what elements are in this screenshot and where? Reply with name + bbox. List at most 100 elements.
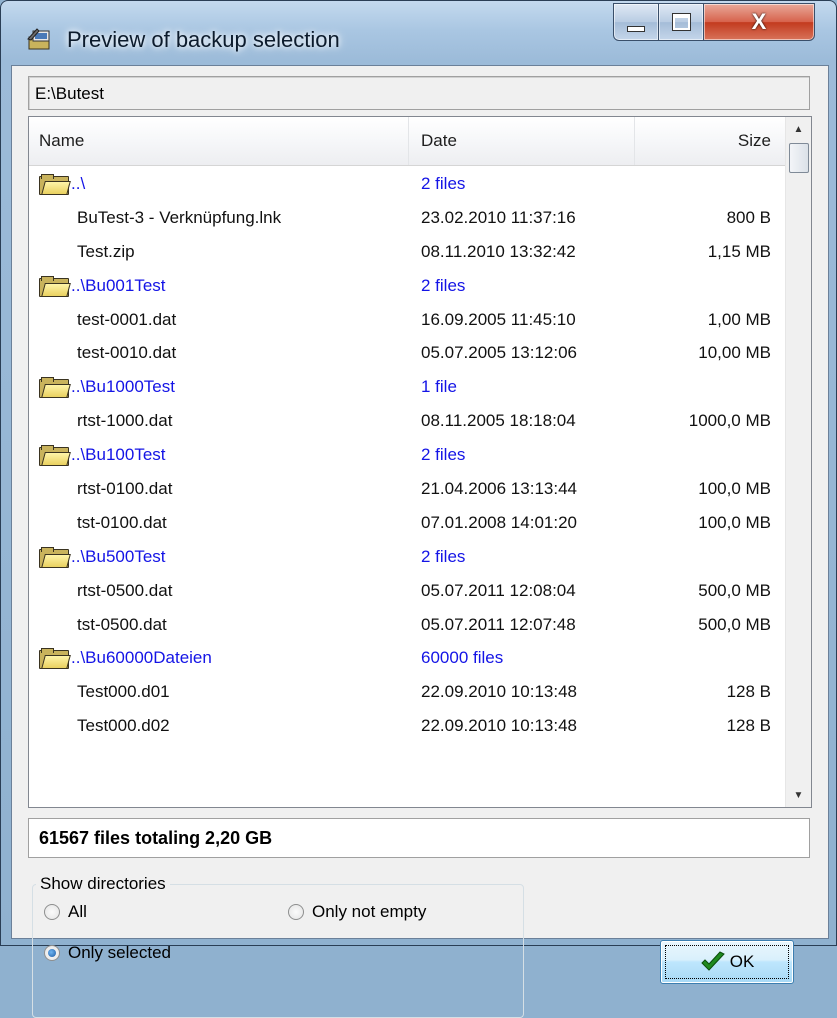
file-row[interactable]: Test.zip 08.11.2010 13:32:42 1,15 MB: [29, 235, 785, 269]
radio-only-not-empty[interactable]: Only not empty: [288, 902, 426, 922]
row-name: rtst-0500.dat: [77, 580, 173, 600]
row-date: 07.01.2008 14:01:20: [421, 512, 577, 532]
row-name: ..\Bu1000Test: [71, 377, 175, 397]
row-size: 128 B: [726, 682, 771, 702]
file-list[interactable]: Name Date Size ..\ 2 files BuTest-3 - Verk…: [28, 116, 812, 808]
directory-row[interactable]: ..\Bu100Test 2 files: [29, 438, 785, 472]
radio-only-not-empty-indicator[interactable]: [288, 904, 304, 920]
row-name-cell: tst-0500.dat: [29, 608, 409, 642]
row-date: 16.09.2005 11:45:10: [421, 309, 576, 329]
file-row[interactable]: tst-0500.dat 05.07.2011 12:07:48 500,0 MB: [29, 608, 785, 642]
row-name-cell: ..\Bu500Test: [29, 540, 409, 574]
radio-only-selected-label: Only selected: [68, 943, 171, 962]
vertical-scrollbar[interactable]: ▲ ▼: [785, 117, 811, 807]
row-date: 05.07.2011 12:07:48: [421, 614, 576, 634]
list-header: Name Date Size: [29, 117, 785, 166]
row-size: 1000,0 MB: [688, 411, 771, 431]
app-backup-icon: [27, 28, 50, 50]
scroll-down-arrow-icon[interactable]: ▼: [786, 783, 811, 807]
row-name-cell: test-0001.dat: [29, 303, 409, 337]
title-bar[interactable]: Preview of backup selection X: [1, 1, 836, 65]
row-name-cell: test-0010.dat: [29, 336, 409, 370]
row-name: test-0010.dat: [77, 343, 177, 363]
row-name-cell: ..\Bu001Test: [29, 269, 409, 303]
row-size: 500,0 MB: [698, 580, 771, 600]
file-row[interactable]: Test000.d02 22.09.2010 10:13:48 128 B: [29, 709, 785, 743]
row-name: ..\Bu500Test: [71, 546, 166, 566]
file-row[interactable]: BuTest-3 - Verknüpfung.lnk 23.02.2010 11:…: [29, 201, 785, 235]
row-name: test-0001.dat: [77, 309, 177, 329]
row-name: tst-0500.dat: [77, 614, 167, 634]
ok-button[interactable]: OK: [660, 940, 794, 984]
radio-all[interactable]: All: [44, 902, 87, 922]
file-row[interactable]: rtst-0500.dat 05.07.2011 12:08:04 500,0 MB: [29, 574, 785, 608]
list-rows: ..\ 2 files BuTest-3 - Verknüpfung.lnk 23.0…: [29, 167, 785, 743]
row-size: 100,0 MB: [698, 512, 771, 532]
row-name: ..\Bu001Test: [71, 275, 166, 295]
focus-rectangle: [665, 945, 789, 979]
directory-row[interactable]: ..\Bu1000Test 1 file: [29, 370, 785, 404]
folder-icon: [39, 445, 71, 467]
row-file-count: 2 files: [421, 174, 466, 193]
row-name-cell: tst-0100.dat: [29, 506, 409, 540]
folder-icon: [39, 546, 71, 568]
row-name: ..\Bu60000Dateien: [71, 648, 212, 668]
summary-field: 61567 files totaling 2,20 GB: [28, 818, 810, 858]
row-date: 22.09.2010 10:13:48: [421, 716, 577, 736]
row-date: 08.11.2005 18:18:04: [421, 411, 576, 431]
file-row[interactable]: test-0010.dat 05.07.2005 13:12:06 10,00 MB: [29, 336, 785, 370]
dialog-client: E:\Butest Name Date Size ..\ 2 files BuTes…: [11, 65, 829, 1018]
row-name-cell: Test000.d01: [29, 675, 409, 709]
directory-row[interactable]: ..\Bu500Test 2 files: [29, 540, 785, 574]
file-row[interactable]: rtst-0100.dat 21.04.2006 13:13:44 100,0 MB: [29, 472, 785, 506]
file-row[interactable]: rtst-1000.dat 08.11.2005 18:18:04 1000,0 M…: [29, 404, 785, 438]
row-file-count: 60000 files: [421, 648, 504, 668]
close-icon: X: [751, 9, 767, 34]
maximize-icon: [671, 13, 691, 31]
row-name-cell: rtst-0500.dat: [29, 574, 409, 608]
folder-icon: [39, 174, 71, 195]
row-size: 500,0 MB: [698, 614, 771, 634]
row-date: 22.09.2010 10:13:48: [421, 682, 577, 702]
row-date: 21.04.2006 13:13:44: [421, 479, 577, 499]
row-name: BuTest-3 - Verknüpfung.lnk: [77, 207, 282, 227]
row-date: 05.07.2011 12:08:04: [421, 580, 576, 600]
file-row[interactable]: test-0001.dat 16.09.2005 11:45:10 1,00 MB: [29, 303, 785, 337]
column-header-name[interactable]: Name: [29, 117, 409, 165]
row-size: 1,15 MB: [707, 241, 771, 261]
row-file-count: 1 file: [421, 377, 457, 397]
row-name-cell: ..\: [29, 167, 409, 201]
folder-icon: [39, 275, 71, 297]
row-date: 23.02.2010 11:37:16: [421, 207, 576, 227]
row-name-cell: ..\Bu100Test: [29, 438, 409, 472]
scroll-up-arrow-icon[interactable]: ▲: [786, 117, 811, 141]
radio-all-indicator[interactable]: [44, 904, 60, 920]
row-name-cell: Test000.d02: [29, 709, 409, 743]
row-name-cell: ..\Bu60000Dateien: [29, 641, 409, 675]
radio-only-selected-indicator[interactable]: [44, 945, 60, 961]
column-header-date[interactable]: Date: [409, 117, 635, 165]
row-name-cell: Test.zip: [29, 235, 409, 269]
column-header-size[interactable]: Size: [635, 117, 785, 165]
file-row[interactable]: Test000.d01 22.09.2010 10:13:48 128 B: [29, 675, 785, 709]
scrollbar-thumb[interactable]: [789, 143, 809, 173]
maximize-button[interactable]: [658, 3, 704, 41]
directory-row[interactable]: ..\ 2 files: [29, 167, 785, 201]
directory-row[interactable]: ..\Bu001Test 2 files: [29, 269, 785, 303]
row-size: 128 B: [726, 716, 771, 736]
row-name: rtst-1000.dat: [77, 411, 173, 431]
directory-row[interactable]: ..\Bu60000Dateien 60000 files: [29, 641, 785, 675]
radio-only-not-empty-label: Only not empty: [312, 902, 427, 921]
group-legend: Show directories: [36, 874, 170, 894]
row-name: Test000.d02: [77, 716, 170, 736]
row-name: tst-0100.dat: [77, 512, 167, 532]
file-row[interactable]: tst-0100.dat 07.01.2008 14:01:20 100,0 MB: [29, 506, 785, 540]
row-name: Test000.d01: [77, 682, 170, 702]
row-name-cell: rtst-1000.dat: [29, 404, 409, 438]
row-name: Test.zip: [77, 241, 135, 261]
close-button[interactable]: X: [703, 3, 815, 41]
row-name-cell: BuTest-3 - Verknüpfung.lnk: [29, 201, 409, 235]
minimize-button[interactable]: [613, 3, 659, 41]
row-file-count: 2 files: [421, 275, 466, 295]
radio-only-selected[interactable]: Only selected: [44, 943, 171, 963]
